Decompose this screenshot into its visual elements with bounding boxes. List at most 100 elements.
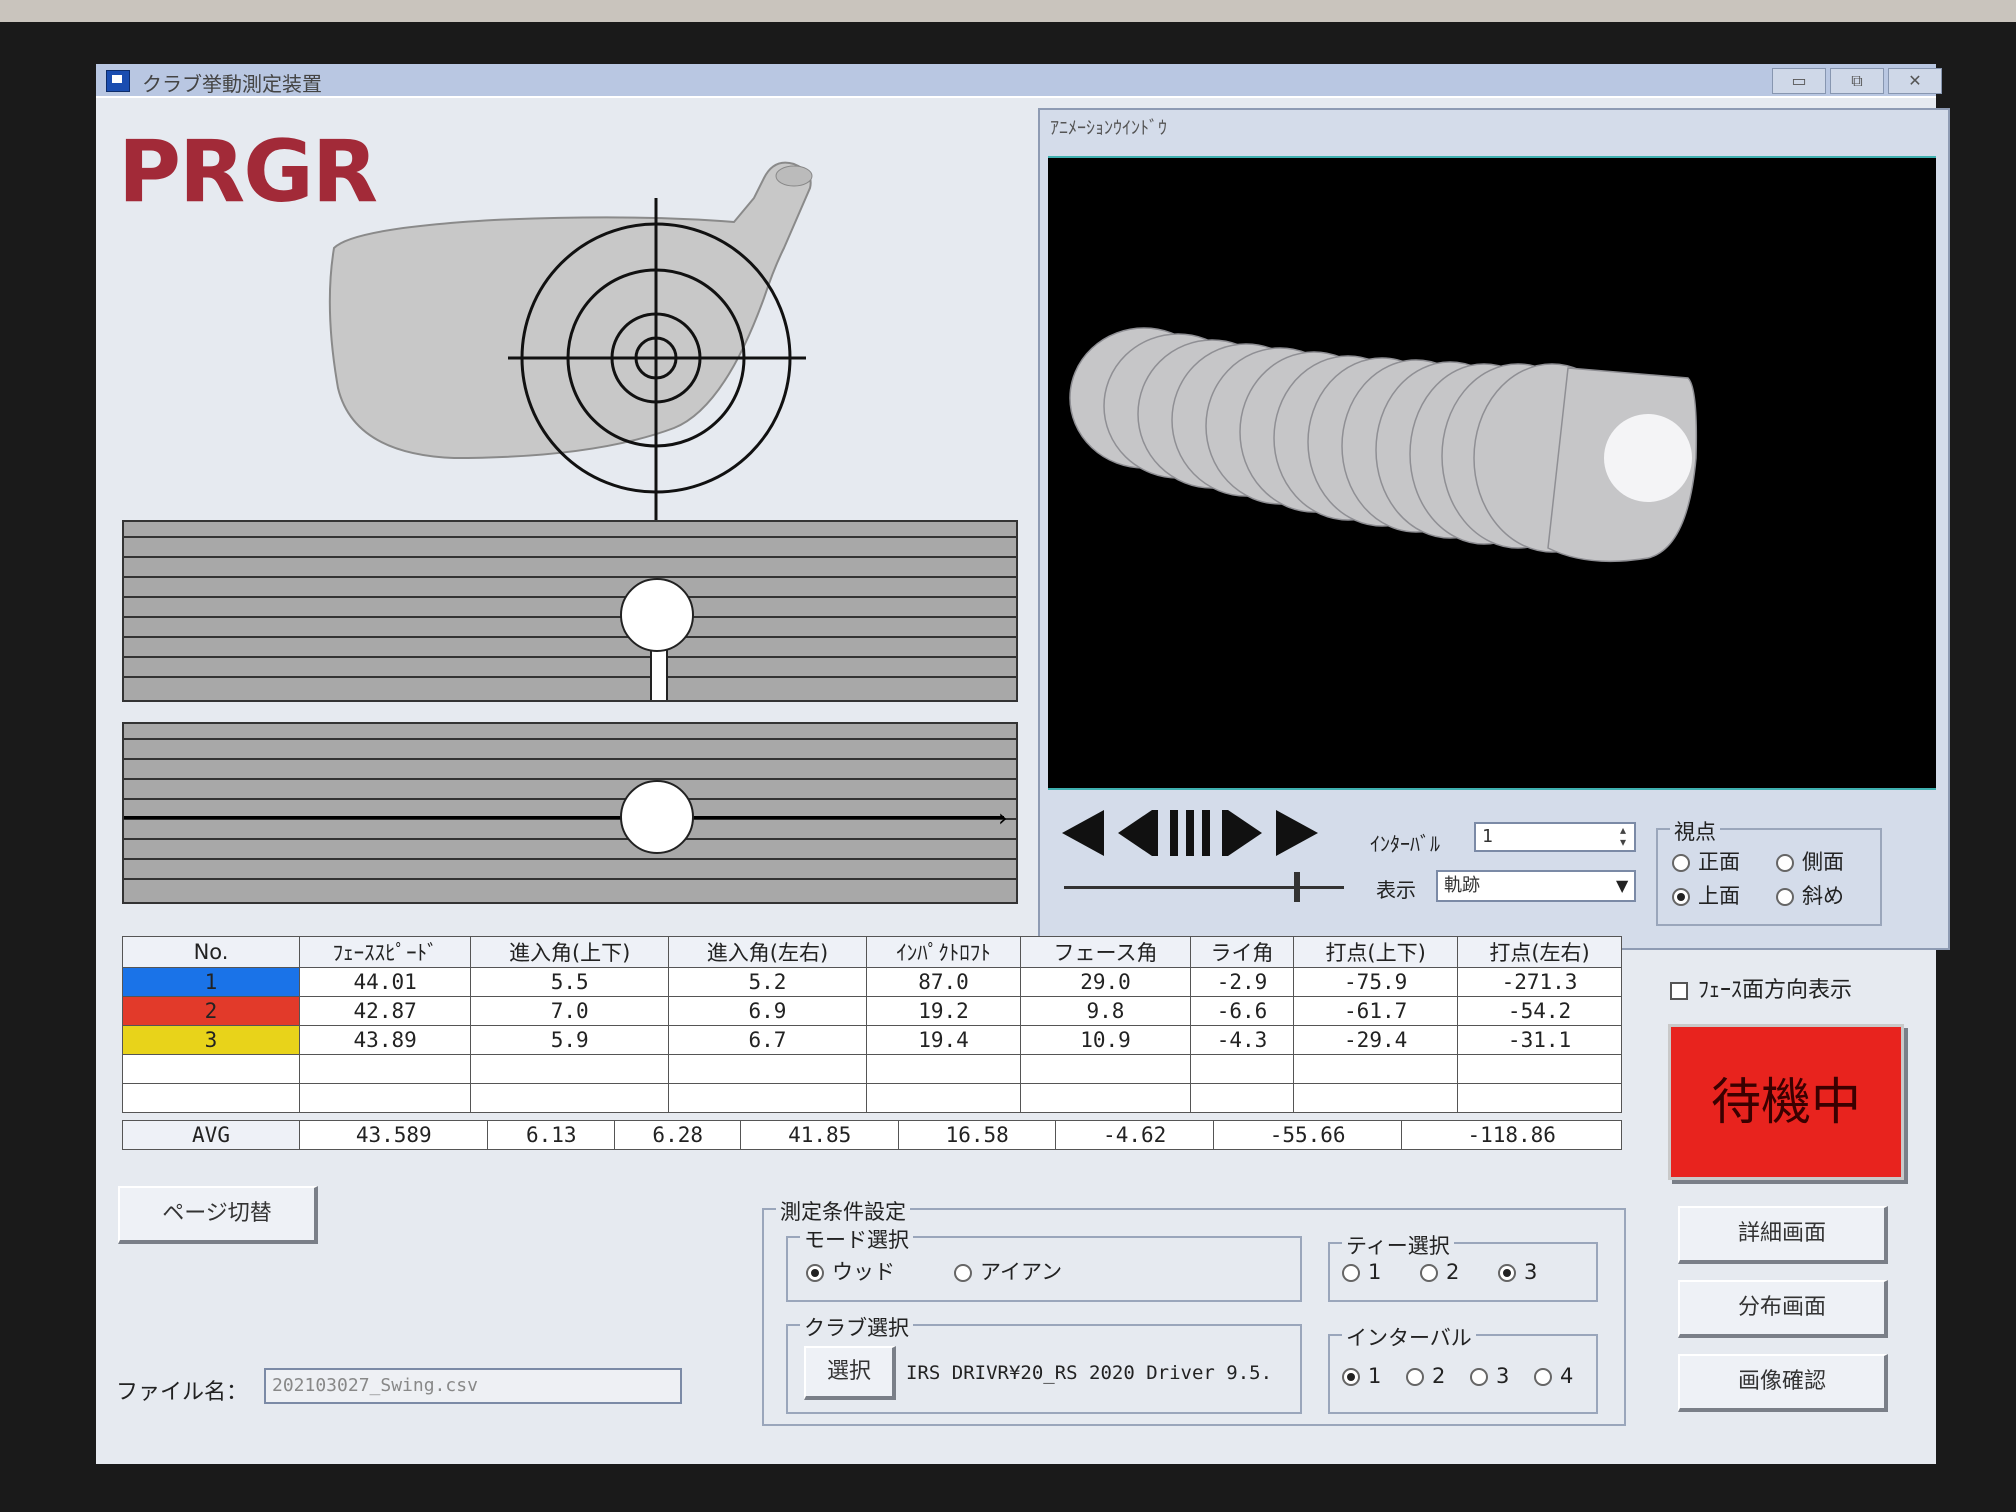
table-row[interactable]: 3 43.89 5.9 6.7 19.4 10.9 -4.3 -29.4 -31…	[122, 1025, 1622, 1055]
cell: 9.8	[1020, 996, 1191, 1026]
mode-group: モード選択 ウッド アイアン	[786, 1224, 1302, 1302]
col-header: 打点(上下)	[1293, 936, 1459, 968]
conditions-legend: 測定条件設定	[776, 1196, 910, 1226]
cell: 42.87	[298, 996, 472, 1026]
cell: -4.3	[1189, 1025, 1295, 1055]
viewpoint-oblique-radio[interactable]: 斜め	[1776, 880, 1844, 910]
avg-cell: 6.13	[487, 1120, 615, 1150]
interval-input[interactable]: 1	[1474, 822, 1636, 852]
viewpoint-front-radio[interactable]: 正面	[1672, 846, 1740, 876]
interval-2-radio[interactable]: 2	[1406, 1364, 1445, 1388]
cell: 10.9	[1020, 1025, 1191, 1055]
club-head-shape	[328, 161, 812, 460]
cell: 44.01	[298, 967, 472, 997]
tee-3-radio[interactable]: 3	[1498, 1260, 1537, 1284]
measurement-table: No. ﾌｪｰｽｽﾋﾟｰﾄﾞ 進入角(上下) 進入角(左右) ｲﾝﾊﾟｸﾄﾛﾌﾄ…	[122, 936, 1622, 1113]
col-header: No.	[122, 936, 300, 968]
animation-window-title: ｱﾆﾒｰｼｮﾝｳｲﾝﾄﾞｳ	[1050, 118, 1167, 139]
interval-legend: インターバル	[1342, 1322, 1476, 1352]
interval-group: インターバル 1 2 3 4	[1328, 1322, 1598, 1414]
club-group: クラブ選択 選択 IRS DRIVR¥20_RS 2020 Driver 9.5…	[786, 1312, 1302, 1414]
cell: 43.89	[298, 1025, 472, 1055]
page-switch-button[interactable]: ページ切替	[118, 1186, 318, 1244]
ball-marker	[620, 780, 694, 854]
cell: 5.9	[470, 1025, 670, 1055]
timeline-slider-handle[interactable]	[1294, 872, 1300, 902]
restore-icon[interactable]: ⧉	[1830, 68, 1884, 94]
cell: -54.2	[1457, 996, 1622, 1026]
cell: -61.7	[1293, 996, 1459, 1026]
viewpoint-top-radio[interactable]: 上面	[1672, 880, 1740, 910]
col-header: フェース角	[1020, 936, 1191, 968]
row-number-cell: 1	[122, 967, 300, 997]
file-name-label: ファイル名：	[116, 1380, 249, 1405]
tee-peg	[650, 644, 668, 700]
tee-1-radio[interactable]: 1	[1342, 1260, 1381, 1284]
window-title: クラブ挙動測定装置	[142, 72, 322, 96]
cell: -271.3	[1457, 967, 1622, 997]
col-header: ｲﾝﾊﾟｸﾄﾛﾌﾄ	[865, 936, 1022, 968]
club-legend: クラブ選択	[800, 1312, 913, 1342]
avg-cell: -4.62	[1055, 1120, 1214, 1150]
cell: -29.4	[1293, 1025, 1459, 1055]
cell: 19.2	[865, 996, 1022, 1026]
table-row[interactable]: 1 44.01 5.5 5.2 87.0 29.0 -2.9 -75.9 -27…	[122, 967, 1622, 997]
mode-legend: モード選択	[800, 1224, 913, 1254]
path-indicator-panel: ›	[122, 722, 1018, 904]
timeline-slider-track[interactable]	[1064, 886, 1344, 889]
club-select-button[interactable]: 選択	[804, 1346, 896, 1400]
step-back-icon[interactable]	[1112, 808, 1160, 858]
club-name-text: IRS DRIVR¥20_RS 2020 Driver 9.5.	[906, 1362, 1273, 1384]
display-select[interactable]: 軌跡	[1436, 870, 1636, 902]
face-direction-checkbox[interactable]: ﾌｪｰｽ面方向表示	[1670, 972, 1852, 1004]
tee-legend: ティー選択	[1342, 1230, 1454, 1260]
col-header: 進入角(左右)	[668, 936, 867, 968]
table-row-empty[interactable]	[122, 1083, 1622, 1113]
cell: 6.7	[668, 1025, 867, 1055]
display-label: 表示	[1376, 878, 1416, 902]
step-forward-icon[interactable]	[1220, 808, 1268, 858]
avg-cell: -118.86	[1401, 1120, 1622, 1150]
app-window: クラブ挙動測定装置 ▭ ⧉ ✕ PRGR › ｱﾆﾒｰｼｮﾝｳｲﾝﾄﾞｳ ｲﾝﾀ…	[96, 64, 1950, 1464]
tee-2-radio[interactable]: 2	[1420, 1260, 1459, 1284]
interval-4-radio[interactable]: 4	[1534, 1364, 1573, 1388]
avg-cell: 16.58	[897, 1120, 1057, 1150]
close-icon[interactable]: ✕	[1888, 68, 1942, 94]
cell: 19.4	[865, 1025, 1022, 1055]
pause-icon[interactable]	[1166, 808, 1214, 858]
table-header-row: No. ﾌｪｰｽｽﾋﾟｰﾄﾞ 進入角(上下) 進入角(左右) ｲﾝﾊﾟｸﾄﾛﾌﾄ…	[122, 936, 1622, 968]
file-name-field[interactable]: 202103027_Swing.csv	[264, 1368, 682, 1404]
cell: 7.0	[470, 996, 670, 1026]
path-arrow-line	[124, 816, 1004, 819]
avg-cell: 43.589	[298, 1120, 489, 1150]
play-icon[interactable]	[1274, 808, 1322, 858]
row-number-cell: 2	[122, 996, 300, 1026]
row-number-cell: 3	[122, 1025, 300, 1055]
status-indicator: 待機中	[1668, 1024, 1904, 1180]
rewind-icon[interactable]	[1058, 808, 1106, 858]
minimize-icon[interactable]: ▭	[1772, 68, 1826, 94]
interval-spinner-icon[interactable]: ▴ ▾	[1620, 824, 1626, 848]
detail-screen-button[interactable]: 詳細画面	[1678, 1206, 1888, 1264]
measurement-conditions-group: 測定条件設定 モード選択 ウッド アイアン ティー選択 1 2 3 クラブ選択 …	[762, 1196, 1626, 1426]
monitor-bezel-top	[0, 0, 2016, 22]
chevron-down-icon[interactable]: ▼	[1616, 876, 1628, 895]
animation-window: ｱﾆﾒｰｼｮﾝｳｲﾝﾄﾞｳ ｲﾝﾀｰﾊﾞﾙ 1 ▴ ▾ 表示 軌跡 ▼ 視点 正…	[1038, 108, 1950, 950]
col-header: 進入角(上下)	[470, 936, 670, 968]
table-row-empty[interactable]	[122, 1054, 1622, 1084]
mode-iron-radio[interactable]: アイアン	[954, 1256, 1062, 1286]
distribution-screen-button[interactable]: 分布画面	[1678, 1280, 1888, 1338]
cell: 29.0	[1020, 967, 1191, 997]
interval-1-radio[interactable]: 1	[1342, 1364, 1381, 1388]
interval-3-radio[interactable]: 3	[1470, 1364, 1509, 1388]
animation-viewport	[1048, 156, 1936, 790]
viewpoint-side-radio[interactable]: 側面	[1776, 846, 1844, 876]
cell: 5.2	[668, 967, 867, 997]
mode-wood-radio[interactable]: ウッド	[806, 1256, 895, 1286]
arrow-right-icon: ›	[998, 804, 1008, 832]
image-check-button[interactable]: 画像確認	[1678, 1354, 1888, 1412]
cell: 5.5	[470, 967, 670, 997]
table-row[interactable]: 2 42.87 7.0 6.9 19.2 9.8 -6.6 -61.7 -54.…	[122, 996, 1622, 1026]
col-header: 打点(左右)	[1457, 936, 1622, 968]
cell: 87.0	[865, 967, 1022, 997]
